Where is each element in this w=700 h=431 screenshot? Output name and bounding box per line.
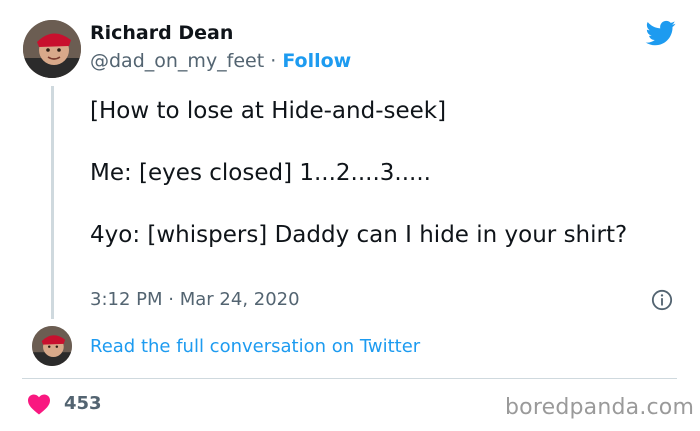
twitter-bird-icon[interactable] [645,18,677,48]
tweet-line: 4yo: [whispers] Daddy can I hide in your… [90,222,628,248]
reply-avatar[interactable] [32,326,72,366]
handle-separator: · [270,50,277,72]
heart-icon[interactable] [27,393,51,415]
tweet-line: Me: [eyes closed] 1...2....3..... [90,160,431,186]
tweet-date[interactable]: Mar 24, 2020 [180,289,300,310]
follow-button[interactable]: Follow [282,50,351,72]
divider [22,378,677,379]
tweet-text: [How to lose at Hide-and-seek] Me: [eyes… [90,96,670,251]
author-avatar[interactable] [23,20,81,78]
watermark: boredpanda.com [505,395,695,420]
timestamp-separator: · [168,289,174,310]
author-handle-row: @dad_on_my_feet · Follow [90,50,351,72]
author-handle[interactable]: @dad_on_my_feet [90,50,264,72]
tweet-line: [How to lose at Hide-and-seek] [90,98,447,124]
thread-connector-line [51,86,54,319]
tweet-time[interactable]: 3:12 PM [90,289,163,310]
like-count[interactable]: 453 [64,393,102,414]
read-conversation-link[interactable]: Read the full conversation on Twitter [90,336,420,357]
tweet-timestamp[interactable]: 3:12 PM · Mar 24, 2020 [90,289,300,310]
info-icon[interactable] [651,289,673,311]
author-name[interactable]: Richard Dean [90,22,233,44]
